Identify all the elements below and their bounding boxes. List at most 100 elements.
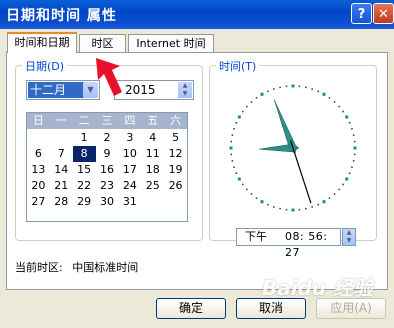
calendar-day[interactable]: 10 (118, 146, 141, 162)
calendar-day[interactable]: 5 (164, 130, 187, 146)
close-button[interactable]: ✕ (373, 3, 394, 24)
current-timezone: 当前时区: 中国标准时间 (15, 259, 138, 275)
calendar-grid: 日一二三四五六 1 2 3 4 5 6 7 8 9 10 11 12 13 14 15 16 17 18 19 20 2… (26, 112, 188, 222)
tab-time-zone[interactable]: 时区 (79, 34, 126, 53)
calendar-day[interactable]: 27 (27, 194, 50, 210)
calendar-day[interactable]: 28 (50, 194, 73, 210)
calendar-day[interactable]: 7 (50, 146, 73, 162)
calendar-day[interactable]: 17 (118, 162, 141, 178)
calendar-day[interactable]: 31 (118, 194, 141, 210)
tab-panel: 日期(D) 十二月 ▼ 2015 ▲ ▼ 日一二三四五六 1 2 3 4 5 6 7 8 9 10 1… (6, 52, 388, 290)
calendar-day[interactable]: 8 (71, 145, 97, 163)
calendar-day[interactable]: 26 (164, 178, 187, 194)
calendar-day[interactable]: 4 (141, 130, 164, 146)
month-select[interactable]: 十二月 ▼ (26, 80, 100, 100)
help-icon: ? (357, 7, 366, 22)
spin-down-icon[interactable]: ▼ (347, 237, 352, 244)
ok-button[interactable]: 确定 (156, 298, 226, 319)
clock-tick (285, 85, 288, 88)
watermark: Baidu 经验 (262, 276, 374, 300)
calendar-day[interactable]: 20 (27, 178, 50, 194)
weekday-label: 日 (32, 114, 44, 127)
calendar-day[interactable]: 6 (27, 146, 50, 162)
time-spin-buttons[interactable]: ▲ ▼ (342, 228, 356, 246)
timezone-label: 当前时区: (15, 261, 63, 274)
clock-tick (311, 206, 313, 208)
window-title: 日期和时间 属性 (6, 8, 117, 24)
clock-tick (233, 166, 235, 168)
calendar-empty-cell (141, 194, 164, 210)
clock-tick (250, 193, 253, 195)
calendar-day[interactable]: 29 (73, 194, 96, 210)
clock-tick (345, 115, 349, 119)
spin-down-icon[interactable]: ▼ (183, 90, 188, 97)
apply-button[interactable]: 应用(A) (316, 298, 386, 319)
year-spinner[interactable]: 2015 ▲ ▼ (114, 80, 194, 100)
clock-tick (352, 160, 355, 162)
time-group: 时间(T) 下午 08: 56: 27 ▲ ▼ (209, 58, 377, 259)
calendar-day[interactable]: 25 (141, 178, 164, 194)
weekday-label: 三 (101, 114, 113, 127)
clock-tick (338, 188, 340, 191)
time-field[interactable]: 下午 08: 56: 27 (236, 228, 341, 259)
calendar-day[interactable]: 22 (73, 178, 96, 194)
clock-tick (285, 208, 288, 211)
clock-tick (328, 97, 331, 99)
clock-tick (322, 200, 326, 204)
calendar-days: 1 2 3 4 5 6 7 8 9 10 11 12 13 14 15 16 17 18 19 20 21 22 23 24 2… (27, 130, 187, 210)
calendar-day[interactable]: 11 (141, 146, 164, 162)
calendar-day[interactable]: 15 (73, 162, 96, 178)
weekday-label: 五 (147, 114, 159, 127)
clock-tick (305, 207, 307, 210)
year-spin-buttons[interactable]: ▲ ▼ (178, 82, 192, 98)
calendar-day[interactable]: 21 (50, 178, 73, 194)
calendar-day[interactable]: 14 (50, 162, 73, 178)
help-button[interactable]: ? (351, 3, 372, 24)
cancel-button[interactable]: 取消 (236, 298, 306, 319)
calendar-day[interactable]: 24 (118, 178, 141, 194)
weekday-label: 六 (170, 114, 182, 127)
calendar-day[interactable]: 2 (96, 130, 119, 146)
clock-tick (230, 153, 233, 156)
clock-tick (348, 172, 351, 174)
calendar-day[interactable]: 3 (118, 130, 141, 146)
clock-tick (231, 134, 234, 136)
calendar-day[interactable]: 30 (96, 194, 119, 210)
clock-tick (255, 197, 258, 199)
tab-internet-time[interactable]: Internet 时间 (128, 34, 214, 53)
clock-tick (233, 128, 235, 130)
weekday-label: 四 (124, 114, 136, 127)
clock-tick (255, 97, 258, 99)
clock-second-hand (289, 140, 312, 204)
clock-tick (246, 188, 248, 191)
clock-tick (342, 110, 344, 113)
calendar-day[interactable]: 16 (96, 162, 119, 178)
clock-tick (351, 166, 353, 168)
title-bar[interactable]: 日期和时间 属性 ? ✕ (0, 0, 394, 29)
calendar-day[interactable]: 19 (164, 162, 187, 178)
clock-tick (305, 86, 307, 89)
clock-tick (229, 146, 233, 150)
calendar-day[interactable]: 13 (27, 162, 50, 178)
clock-tick (348, 122, 351, 124)
calendar-day[interactable]: 12 (164, 146, 187, 162)
clock-tick (317, 90, 319, 93)
clock-tick (242, 183, 244, 186)
clock-tick (237, 177, 241, 181)
clock-tick (351, 128, 353, 130)
calendar-day[interactable]: 23 (96, 178, 119, 194)
spin-up-icon[interactable]: ▲ (183, 82, 188, 89)
spin-up-icon[interactable]: ▲ (347, 229, 352, 236)
calendar-day[interactable]: 18 (141, 162, 164, 178)
calendar-empty-cell (50, 130, 73, 146)
clock-tick (333, 101, 336, 103)
clock-tick (235, 122, 238, 124)
tab-time-and-date[interactable]: 时间和日期 (7, 32, 77, 53)
calendar-day[interactable]: 9 (96, 146, 119, 162)
clock-tick (311, 88, 313, 90)
clock-tick (353, 146, 357, 150)
calendar-day[interactable]: 1 (73, 130, 96, 146)
clock-tick (353, 140, 356, 143)
clock-tick (267, 90, 269, 93)
clock-tick (279, 207, 281, 210)
